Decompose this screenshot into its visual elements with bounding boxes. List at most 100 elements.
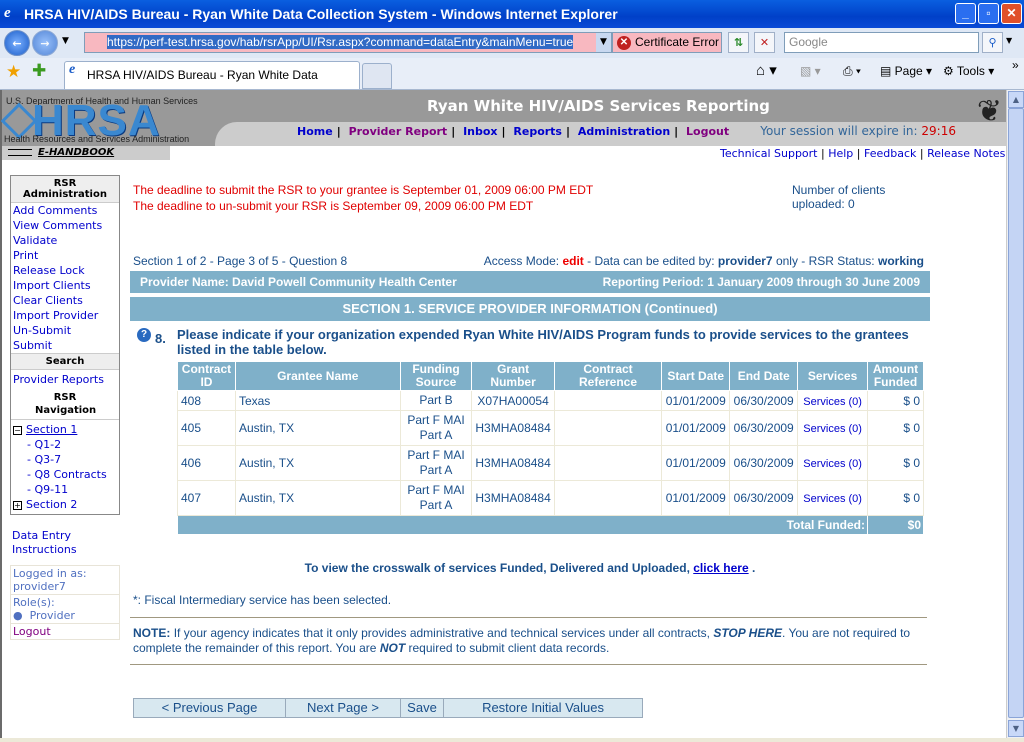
contract-id-cell: 408	[177, 390, 236, 411]
services-link-cell: Services (0)	[797, 445, 869, 481]
vertical-scrollbar[interactable]: ▲ ▼	[1006, 90, 1024, 742]
clear-clients-link[interactable]: Clear Clients	[11, 293, 119, 308]
import-provider-link[interactable]: Import Provider	[11, 308, 119, 323]
next-page-button[interactable]: Next Page >	[286, 699, 401, 717]
collapse-icon[interactable]: −	[13, 426, 22, 435]
nav-administration[interactable]: Administration	[578, 125, 670, 138]
amount-funded-cell: $ 0	[867, 410, 924, 446]
crosswalk-link[interactable]: click here	[693, 561, 748, 575]
e-handbook-link[interactable]: E-HANDBOOK	[2, 146, 170, 160]
release-lock-link[interactable]: Release Lock	[11, 263, 119, 278]
validate-link[interactable]: Validate	[11, 233, 119, 248]
url-dropdown-icon[interactable]: ▼	[596, 33, 611, 52]
provider-reports-link[interactable]: Provider Reports	[11, 370, 119, 389]
feeds-icon[interactable]: ▧ ▾	[800, 64, 821, 78]
technical-support-link[interactable]: Technical Support	[720, 147, 818, 160]
column-header: Amount Funded	[867, 361, 924, 391]
tools-menu[interactable]: ⚙ Tools ▾	[943, 64, 994, 78]
services-link[interactable]: Services (0)	[803, 458, 862, 470]
section-1-link[interactable]: Section 1	[26, 423, 77, 436]
sidebar: RSR Administration Add Comments View Com…	[10, 175, 120, 640]
import-clients-link[interactable]: Import Clients	[11, 278, 119, 293]
forward-button[interactable]: →	[32, 30, 58, 56]
search-input[interactable]: Google	[784, 32, 979, 53]
un-submit-link[interactable]: Un-Submit	[11, 323, 119, 338]
refresh-button[interactable]: ⇅	[728, 32, 749, 53]
nav-q8-contracts[interactable]: - Q8 Contracts	[13, 467, 117, 482]
help-link[interactable]: Help	[828, 147, 853, 160]
view-comments-link[interactable]: View Comments	[11, 218, 119, 233]
submit-link[interactable]: Submit	[11, 338, 119, 353]
note: NOTE: If your agency indicates that it o…	[130, 618, 930, 664]
scroll-up-button[interactable]: ▲	[1008, 91, 1024, 108]
column-header: Contract Reference	[553, 361, 663, 391]
browser-tab[interactable]: e HRSA HIV/AIDS Bureau - Ryan White Data …	[64, 61, 360, 108]
grantee-name-cell: Austin, TX	[234, 445, 401, 481]
data-entry-instructions-link[interactable]: Data Entry Instructions	[10, 529, 90, 557]
start-date-cell: 01/01/2009	[661, 480, 731, 516]
scroll-down-button[interactable]: ▼	[1008, 720, 1024, 737]
close-button[interactable]: ✕	[1001, 3, 1022, 24]
chevron-more-icon[interactable]: »	[1012, 58, 1019, 72]
ie-icon: e	[69, 62, 76, 77]
save-button[interactable]: Save	[401, 699, 444, 717]
stop-button[interactable]: ✕	[754, 32, 775, 53]
feedback-link[interactable]: Feedback	[864, 147, 916, 160]
home-icon[interactable]: ⌂ ▾	[756, 61, 777, 79]
table-row: 405 Austin, TX Part F MAI Part A H3MHA08484 0…	[177, 410, 924, 446]
add-favorites-icon[interactable]: ✚	[32, 61, 46, 81]
session-timer: Your session will expire in: 29:16	[760, 124, 956, 138]
cert-error-label: Certificate Error	[635, 35, 720, 49]
favorites-star-icon[interactable]: ★	[6, 62, 21, 82]
nav-q3-7[interactable]: - Q3-7	[13, 452, 117, 467]
url-input[interactable]: https://perf-test.hrsa.gov/hab/rsrApp/UI…	[84, 32, 612, 53]
scroll-thumb[interactable]	[1008, 108, 1024, 718]
nav-reports[interactable]: Reports	[513, 125, 562, 138]
search-icon[interactable]: ⚲	[982, 32, 1003, 53]
sidebar-logout-link[interactable]: Logout	[11, 624, 119, 639]
history-dropdown-icon[interactable]: ▼	[62, 36, 69, 46]
contract-reference-cell	[553, 480, 663, 516]
url-text: https://perf-test.hrsa.gov/hab/rsrApp/UI…	[107, 35, 574, 49]
nav-q9-11[interactable]: - Q9-11	[13, 482, 117, 497]
services-link[interactable]: Services (0)	[803, 423, 862, 435]
rsr-nav-tree: − Section 1 - Q1-2 - Q3-7 - Q8 Contracts …	[11, 419, 119, 514]
expand-icon[interactable]: +	[13, 501, 22, 510]
funding-source-cell: Part B	[399, 390, 473, 411]
print-link[interactable]: Print	[11, 248, 119, 263]
provider-name: Provider Name: David Powell Community He…	[140, 275, 457, 289]
page-menu[interactable]: ▤ Page ▾	[880, 64, 932, 78]
minimize-button[interactable]: _	[955, 3, 976, 24]
services-link-cell: Services (0)	[797, 480, 869, 516]
services-link[interactable]: Services (0)	[803, 493, 862, 505]
release-notes-link[interactable]: Release Notes	[927, 147, 1005, 160]
restore-button[interactable]: ▫	[978, 3, 999, 24]
section-title: SECTION 1. SERVICE PROVIDER INFORMATION …	[130, 297, 930, 321]
end-date-cell: 06/30/2009	[729, 445, 799, 481]
nav-q1-2[interactable]: - Q1-2	[13, 437, 117, 452]
start-date-cell: 01/01/2009	[661, 445, 731, 481]
site-header: U.S. Department of Health and Human Serv…	[0, 90, 1006, 146]
funding-source-2: Part A	[419, 498, 453, 512]
add-comments-link[interactable]: Add Comments	[11, 203, 119, 218]
section-2-link[interactable]: Section 2	[26, 498, 77, 511]
search-options-icon[interactable]: ▼	[1006, 36, 1012, 45]
status-bar	[0, 738, 1024, 742]
nav-inbox[interactable]: Inbox	[463, 125, 497, 138]
print-icon[interactable]: ⎙ ▾	[843, 64, 861, 79]
back-button[interactable]: ←	[4, 30, 30, 56]
column-header: Funding Source	[399, 361, 473, 391]
nav-home[interactable]: Home	[297, 125, 333, 138]
grant-number-cell: H3MHA08484	[471, 480, 555, 516]
question-text: Please indicate if your organization exp…	[177, 327, 909, 357]
nav-provider-report[interactable]: Provider Report	[349, 125, 448, 138]
new-tab-button[interactable]	[362, 63, 392, 89]
previous-page-button[interactable]: < Previous Page	[134, 699, 286, 717]
nav-logout[interactable]: Logout	[686, 125, 729, 138]
services-link[interactable]: Services (0)	[803, 396, 862, 408]
help-icon[interactable]: ?	[137, 328, 151, 342]
username: provider7	[13, 580, 66, 593]
certificate-error-button[interactable]: ✕ Certificate Error	[612, 32, 722, 53]
end-date-cell: 06/30/2009	[729, 480, 799, 516]
restore-initial-values-button[interactable]: Restore Initial Values	[444, 699, 642, 717]
